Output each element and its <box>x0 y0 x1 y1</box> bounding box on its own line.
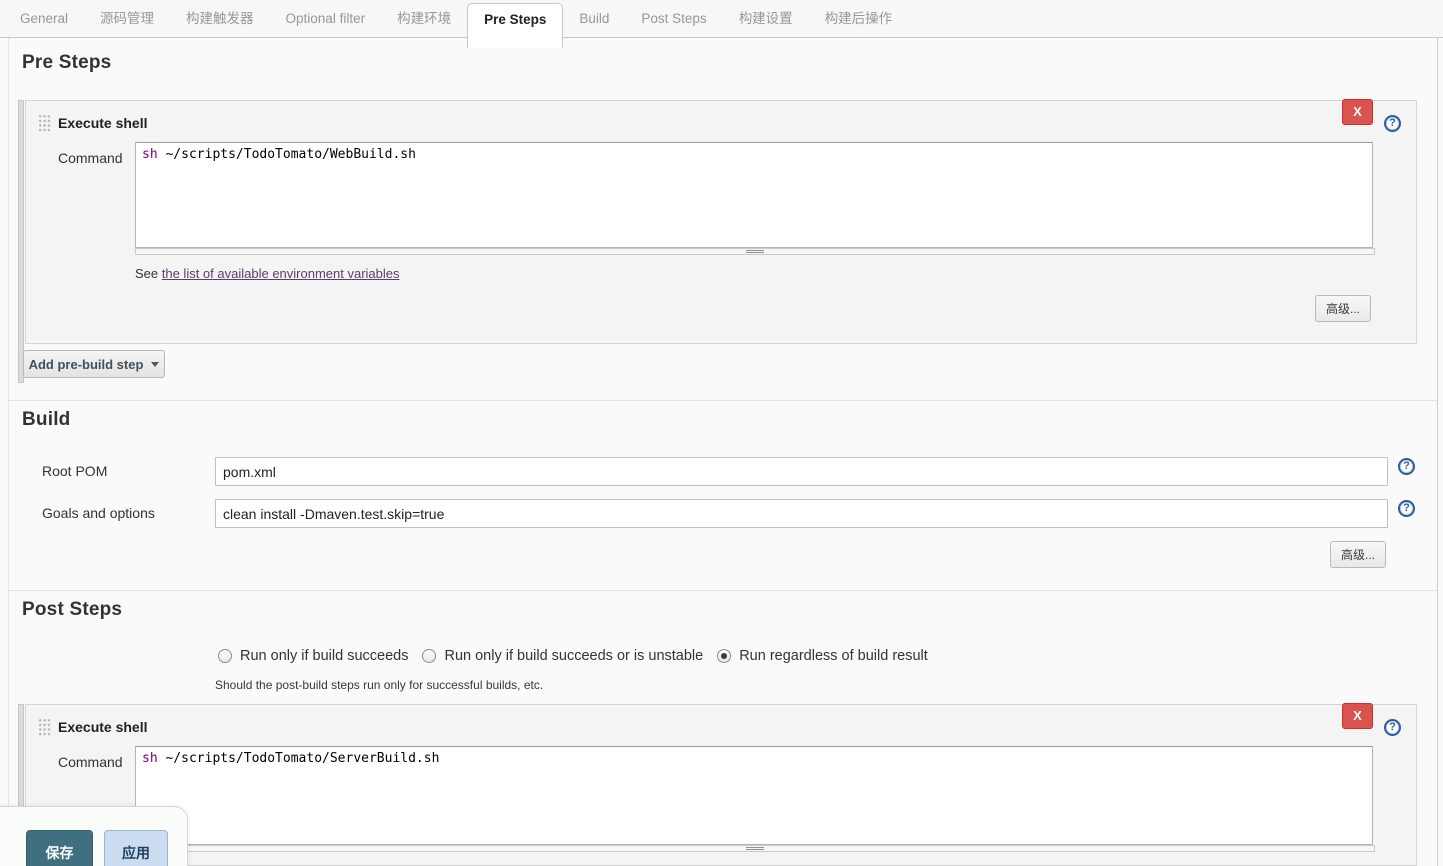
tab-pre-steps[interactable]: Pre Steps <box>467 3 564 48</box>
apply-button[interactable]: 应用 <box>104 830 168 866</box>
help-icon[interactable]: ? <box>1384 115 1401 132</box>
jenkins-job-config-page: General 源码管理 构建触发器 Optional filter 构建环境 … <box>0 0 1443 866</box>
add-pre-build-step-label: Add pre-build step <box>28 356 144 372</box>
goals-and-options-input[interactable] <box>215 499 1388 528</box>
command-label: Command <box>58 150 123 166</box>
radio-run-regardless[interactable] <box>717 649 732 663</box>
resize-grip-icon <box>746 250 764 253</box>
pre-steps-heading: Pre Steps <box>22 52 112 73</box>
step-title: Execute shell <box>58 719 148 735</box>
tab-general[interactable]: General <box>4 0 84 37</box>
drag-handle-icon[interactable] <box>38 718 51 736</box>
radio-label[interactable]: Run only if build succeeds or is unstabl… <box>444 648 703 664</box>
post-steps-help-text: Should the post-build steps run only for… <box>215 678 544 692</box>
resize-grip-icon <box>746 847 764 850</box>
delete-step-button[interactable]: X <box>1342 703 1373 729</box>
post-steps-heading: Post Steps <box>22 599 123 620</box>
add-pre-build-step-button[interactable]: Add pre-build step <box>23 350 165 378</box>
save-button[interactable]: 保存 <box>26 830 93 866</box>
tab-build[interactable]: Build <box>563 0 625 37</box>
page-right-edge <box>1437 38 1438 866</box>
tab-build-environment[interactable]: 构建环境 <box>381 0 467 37</box>
resize-handle[interactable] <box>135 845 1375 852</box>
help-icon[interactable]: ? <box>1384 719 1401 736</box>
radio-label[interactable]: Run regardless of build result <box>739 648 928 664</box>
post-steps-condition-radios: Run only if build succeeds Run only if b… <box>218 648 934 664</box>
caret-down-icon <box>151 361 160 367</box>
advanced-button[interactable]: 高级... <box>1330 541 1386 568</box>
env-variables-hint: See the list of available environment va… <box>135 266 400 281</box>
page-left-edge <box>8 38 9 866</box>
step-drag-strip[interactable] <box>18 100 24 383</box>
command-editor[interactable]: sh ~/scripts/TodoTomato/WebBuild.sh <box>135 142 1373 248</box>
step-title: Execute shell <box>58 115 148 131</box>
env-hint-prefix: See <box>135 266 162 281</box>
root-pom-input[interactable] <box>215 457 1388 486</box>
command-editor[interactable]: sh ~/scripts/TodoTomato/ServerBuild.sh <box>135 746 1373 845</box>
tab-post-steps[interactable]: Post Steps <box>625 0 722 37</box>
env-variables-link[interactable]: the list of available environment variab… <box>162 266 400 281</box>
tab-optional-filter[interactable]: Optional filter <box>270 0 382 37</box>
tab-source-management[interactable]: 源码管理 <box>84 0 170 37</box>
radio-run-if-succeeds-or-unstable[interactable] <box>422 649 437 663</box>
command-label: Command <box>58 754 123 770</box>
save-apply-panel: 保存 应用 <box>0 806 188 866</box>
drag-handle-icon[interactable] <box>38 114 51 132</box>
shell-keyword: sh <box>142 147 158 162</box>
radio-run-only-if-succeeds[interactable] <box>218 649 232 663</box>
shell-keyword: sh <box>142 751 158 766</box>
help-icon[interactable]: ? <box>1398 500 1415 517</box>
goals-and-options-label: Goals and options <box>42 505 155 521</box>
config-tab-bar: General 源码管理 构建触发器 Optional filter 构建环境 … <box>0 0 1443 48</box>
delete-step-button[interactable]: X <box>1342 99 1373 125</box>
resize-handle[interactable] <box>135 248 1375 255</box>
help-icon[interactable]: ? <box>1398 458 1415 475</box>
command-text: ~/scripts/TodoTomato/ServerBuild.sh <box>157 751 440 766</box>
tab-build-settings[interactable]: 构建设置 <box>723 0 809 37</box>
build-heading: Build <box>22 409 71 430</box>
section-divider <box>9 400 1437 401</box>
advanced-button[interactable]: 高级... <box>1315 295 1371 322</box>
radio-label[interactable]: Run only if build succeeds <box>240 648 408 664</box>
command-text: ~/scripts/TodoTomato/WebBuild.sh <box>157 147 416 162</box>
section-divider <box>9 590 1437 591</box>
tab-build-triggers[interactable]: 构建触发器 <box>170 0 270 37</box>
root-pom-label: Root POM <box>42 463 108 479</box>
tab-post-build-actions[interactable]: 构建后操作 <box>809 0 909 37</box>
